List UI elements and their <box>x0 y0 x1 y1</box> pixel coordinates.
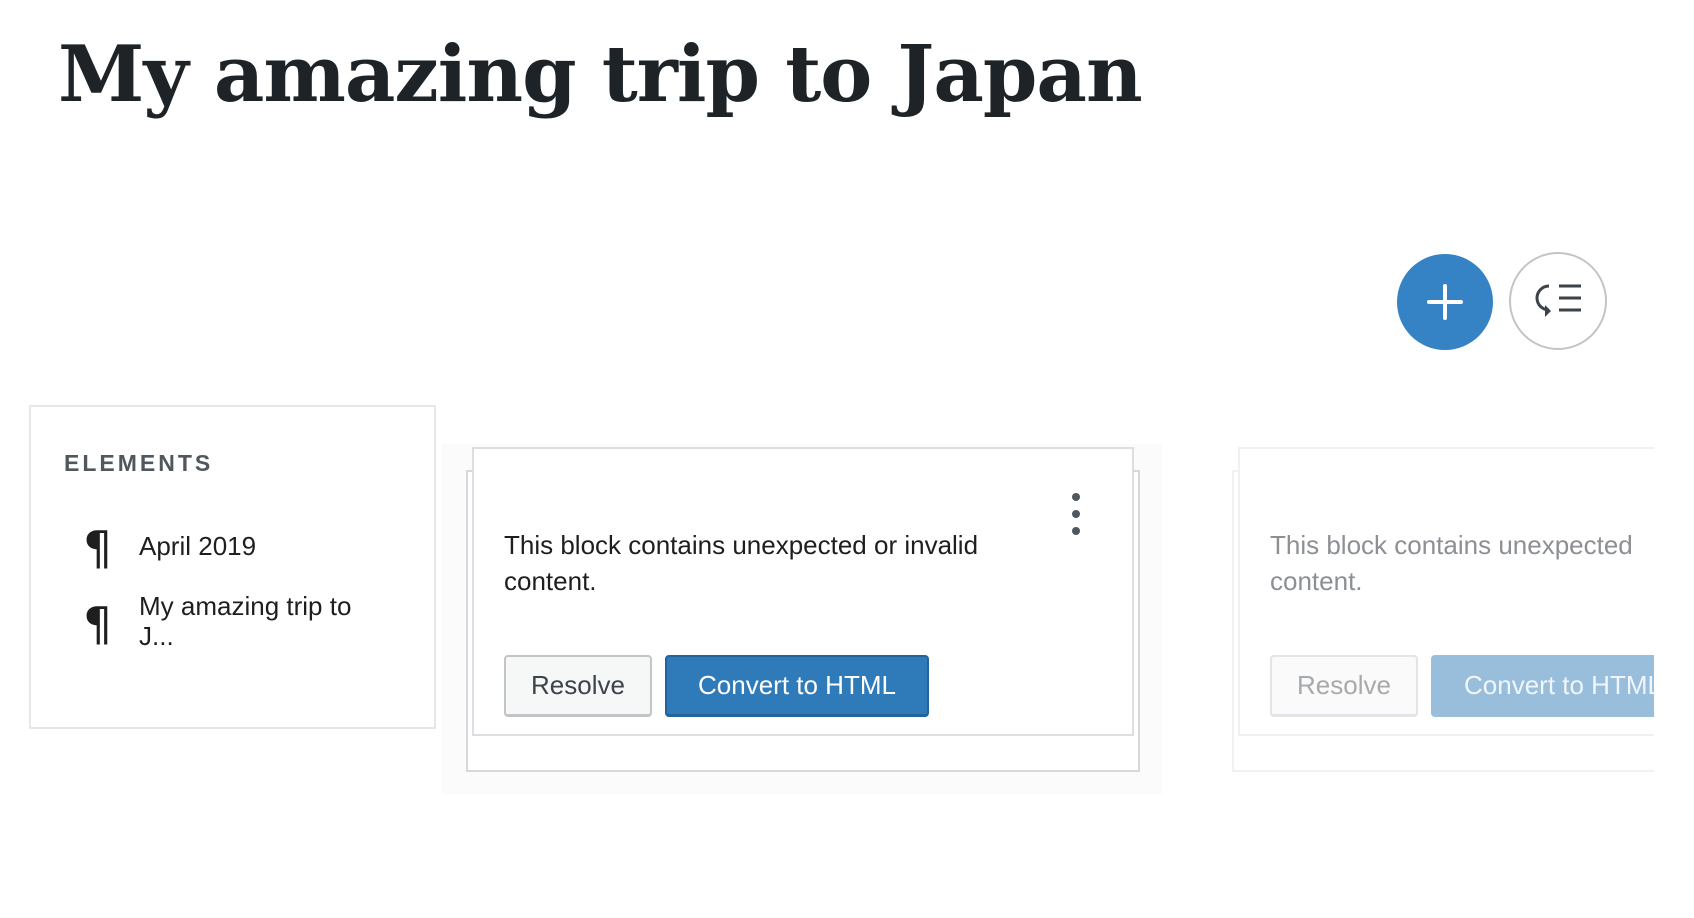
faded-block-warning-message: This block contains unexpected content. <box>1270 530 1633 596</box>
block-more-menu[interactable] <box>1064 493 1088 535</box>
faded-block-warning-card: This block contains unexpected content. … <box>1238 447 1654 736</box>
post-title[interactable]: My amazing trip to Japan <box>58 28 1143 122</box>
element-item-label: April 2019 <box>139 531 257 561</box>
elements-panel: ELEMENTS ¶ April 2019 ¶ My amazing trip … <box>29 405 436 729</box>
paragraph-icon: ¶ <box>83 597 113 651</box>
add-block-button[interactable] <box>1397 254 1493 350</box>
block-navigation-icon <box>1535 284 1581 317</box>
faded-convert-to-html-button: Convert to HTML <box>1431 655 1654 717</box>
block-warning-card: This block contains unexpected or invali… <box>472 447 1134 736</box>
resolve-button[interactable]: Resolve <box>504 655 652 717</box>
block-navigation-button[interactable] <box>1509 252 1607 350</box>
block-warning-message: This block contains unexpected or invali… <box>504 530 979 596</box>
faded-block-warning-area: This block contains unexpected content. … <box>1230 444 1654 774</box>
element-item-label: My amazing trip to J... <box>139 591 352 651</box>
convert-to-html-button[interactable]: Convert to HTML <box>665 655 929 717</box>
plus-icon <box>1427 284 1463 320</box>
element-item-april-2019[interactable]: ¶ April 2019 <box>83 525 389 571</box>
paragraph-icon: ¶ <box>83 521 113 575</box>
element-item-my-amazing-trip[interactable]: ¶ My amazing trip to J... <box>83 591 389 651</box>
faded-resolve-button: Resolve <box>1270 655 1418 717</box>
more-vertical-icon <box>1072 493 1080 535</box>
elements-panel-heading: ELEMENTS <box>64 450 214 476</box>
